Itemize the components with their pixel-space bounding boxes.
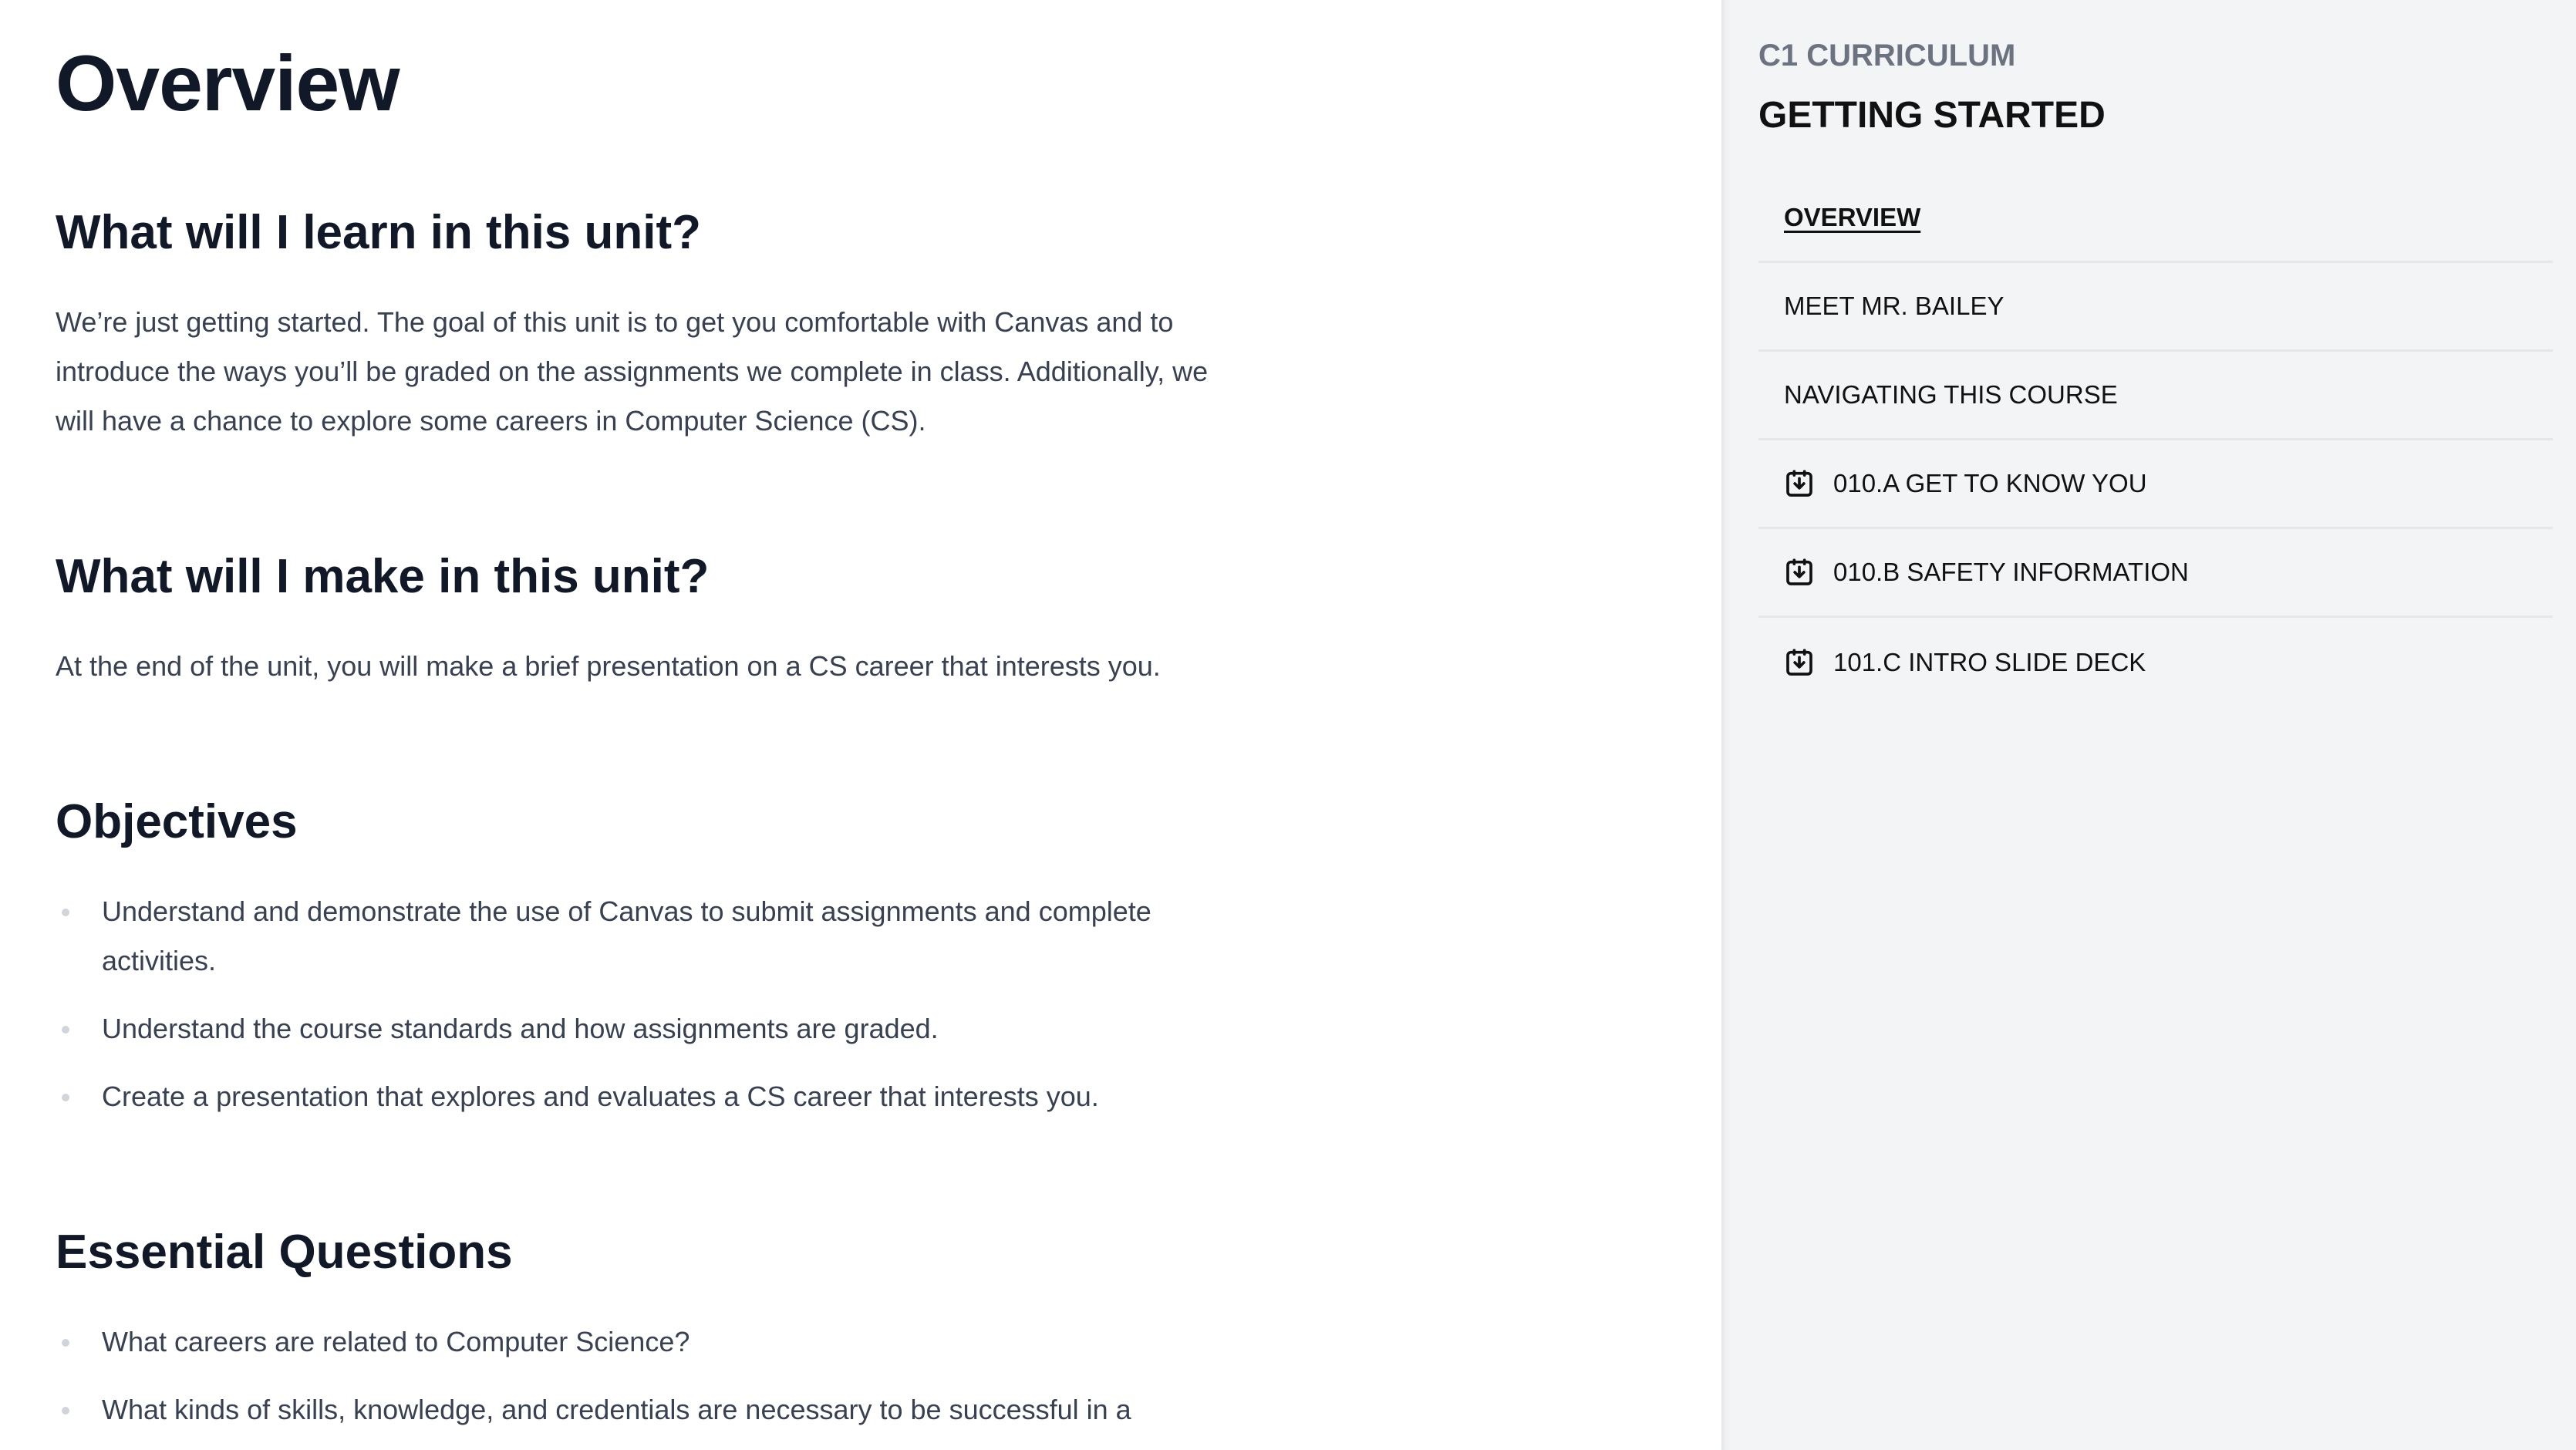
section-learn: What will I learn in this unit? We’re ju… xyxy=(56,202,1228,446)
page-title: Overview xyxy=(56,39,400,127)
assignment-icon xyxy=(1784,557,1815,588)
list-item-text: What careers are related to Computer Sci… xyxy=(102,1326,690,1357)
list-item-text: Understand the course standards and how … xyxy=(102,1013,939,1044)
list-item: What kinds of skills, knowledge, and cre… xyxy=(56,1385,1228,1435)
bullet-icon xyxy=(62,1339,69,1347)
sidebar-nav: OVERVIEW MEET MR. BAILEY NAVIGATING THIS… xyxy=(1758,174,2553,706)
sidebar-eyebrow: C1 CURRICULUM xyxy=(1758,39,2016,72)
page: Overview What will I learn in this unit?… xyxy=(0,0,2576,1450)
bullet-icon xyxy=(62,1407,69,1415)
section-heading: Essential Questions xyxy=(56,1226,513,1279)
sidebar-item-safety-information[interactable]: 010.B SAFETY INFORMATION xyxy=(1758,529,2553,618)
objectives-list: Understand and demonstrate the use of Ca… xyxy=(56,887,1228,1121)
list-item: Create a presentation that explores and … xyxy=(56,1072,1228,1121)
section-objectives: Objectives Understand and demonstrate th… xyxy=(56,791,1228,1140)
sidebar: C1 CURRICULUM GETTING STARTED OVERVIEW M… xyxy=(1721,0,2576,1450)
section-heading: Objectives xyxy=(56,795,298,848)
sidebar-item-label: 010.A GET TO KNOW YOU xyxy=(1833,469,2147,497)
section-paragraph: We’re just getting started. The goal of … xyxy=(56,306,1209,437)
list-item-text: Create a presentation that explores and … xyxy=(102,1081,1099,1112)
list-item-text: Understand and demonstrate the use of Ca… xyxy=(102,895,1151,976)
sidebar-item-intro-slide-deck[interactable]: 101.C INTRO SLIDE DECK xyxy=(1758,618,2553,706)
list-item: Understand and demonstrate the use of Ca… xyxy=(56,887,1228,986)
list-item-text: What kinds of skills, knowledge, and cre… xyxy=(102,1394,1131,1425)
main-content: Overview What will I learn in this unit?… xyxy=(0,0,1721,1450)
assignment-icon xyxy=(1784,468,1815,499)
sidebar-title: GETTING STARTED xyxy=(1758,95,2106,136)
sidebar-item-label: OVERVIEW xyxy=(1784,203,1921,231)
section-paragraph: At the end of the unit, you will make a … xyxy=(56,650,1161,682)
sidebar-item-overview[interactable]: OVERVIEW xyxy=(1758,174,2553,263)
sidebar-item-meet-mr-bailey[interactable]: MEET MR. BAILEY xyxy=(1758,263,2553,352)
section-heading: What will I learn in this unit? xyxy=(56,206,701,259)
list-item: What careers are related to Computer Sci… xyxy=(56,1317,1228,1367)
sidebar-item-label: MEET MR. BAILEY xyxy=(1784,292,2004,320)
section-make: What will I make in this unit? At the en… xyxy=(56,546,1228,691)
bullet-icon xyxy=(62,909,69,916)
list-item: Understand the course standards and how … xyxy=(56,1004,1228,1054)
sidebar-item-navigating-this-course[interactable]: NAVIGATING THIS COURSE xyxy=(1758,352,2553,440)
sidebar-item-label: 010.B SAFETY INFORMATION xyxy=(1833,558,2189,586)
section-heading: What will I make in this unit? xyxy=(56,550,710,603)
assignment-icon xyxy=(1784,647,1815,678)
sidebar-item-label: 101.C INTRO SLIDE DECK xyxy=(1833,647,2146,676)
questions-list: What careers are related to Computer Sci… xyxy=(56,1317,1228,1435)
bullet-icon xyxy=(62,1026,69,1034)
bullet-icon xyxy=(62,1094,69,1101)
section-essential-questions: Essential Questions What careers are rel… xyxy=(56,1222,1228,1450)
sidebar-item-get-to-know-you[interactable]: 010.A GET TO KNOW YOU xyxy=(1758,440,2553,529)
sidebar-item-label: NAVIGATING THIS COURSE xyxy=(1784,380,2118,409)
